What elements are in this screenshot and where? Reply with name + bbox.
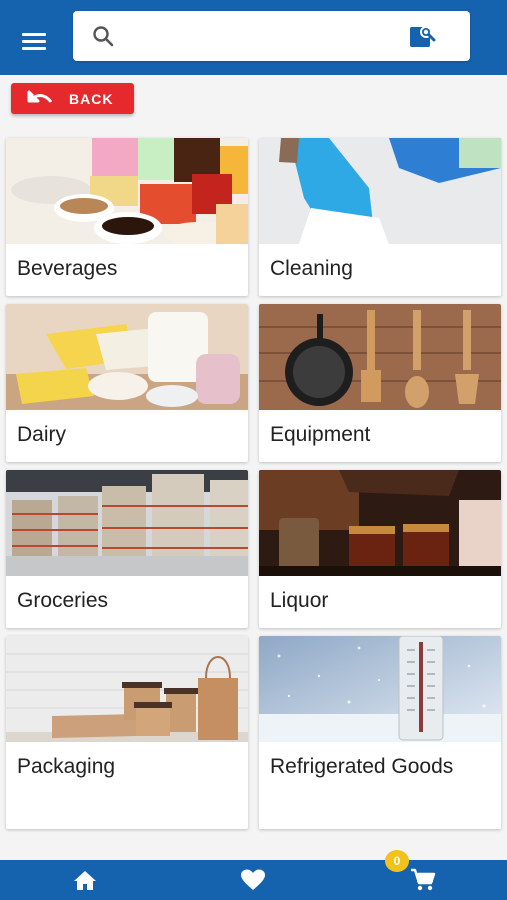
equipment-image — [259, 304, 501, 410]
liquor-image — [259, 470, 501, 576]
category-label: Liquor — [270, 589, 329, 612]
category-card-cleaning[interactable]: Cleaning — [259, 138, 501, 296]
top-app-bar — [0, 0, 507, 75]
category-label: Refrigerated Goods — [270, 755, 454, 778]
barcode-scan-icon[interactable] — [409, 23, 437, 49]
heart-icon[interactable] — [240, 868, 266, 892]
category-label: Groceries — [17, 589, 109, 612]
bottom-navigation — [0, 860, 507, 900]
home-icon[interactable] — [72, 868, 98, 892]
category-label: Beverages — [17, 257, 118, 280]
category-label: Cleaning — [270, 257, 353, 280]
category-card-groceries[interactable]: Groceries — [6, 470, 248, 628]
category-label: Equipment — [270, 423, 371, 446]
back-button-label: BACK — [69, 90, 114, 107]
category-card-liquor[interactable]: Liquor — [259, 470, 501, 628]
menu-icon[interactable] — [22, 33, 50, 51]
packaging-image — [6, 636, 248, 742]
dairy-image — [6, 304, 248, 410]
undo-icon — [27, 90, 53, 103]
groceries-image — [6, 470, 248, 576]
cart-icon[interactable] — [410, 868, 436, 892]
category-card-refrigerated-goods[interactable]: Refrigerated Goods — [259, 636, 501, 829]
back-button[interactable]: BACK — [11, 83, 134, 114]
category-label: Dairy — [17, 423, 67, 446]
search-icon — [93, 26, 114, 47]
search-bar[interactable] — [73, 11, 470, 61]
category-card-dairy[interactable]: Dairy — [6, 304, 248, 462]
refrigerated-goods-image — [259, 636, 501, 742]
cart-count-badge: 0 — [385, 850, 409, 872]
cleaning-image — [259, 138, 501, 244]
category-card-beverages[interactable]: Beverages — [6, 138, 248, 296]
category-label: Packaging — [17, 755, 116, 778]
category-card-equipment[interactable]: Equipment — [259, 304, 501, 462]
category-card-packaging[interactable]: Packaging — [6, 636, 248, 829]
search-input[interactable] — [125, 21, 415, 51]
beverages-image — [6, 138, 248, 244]
